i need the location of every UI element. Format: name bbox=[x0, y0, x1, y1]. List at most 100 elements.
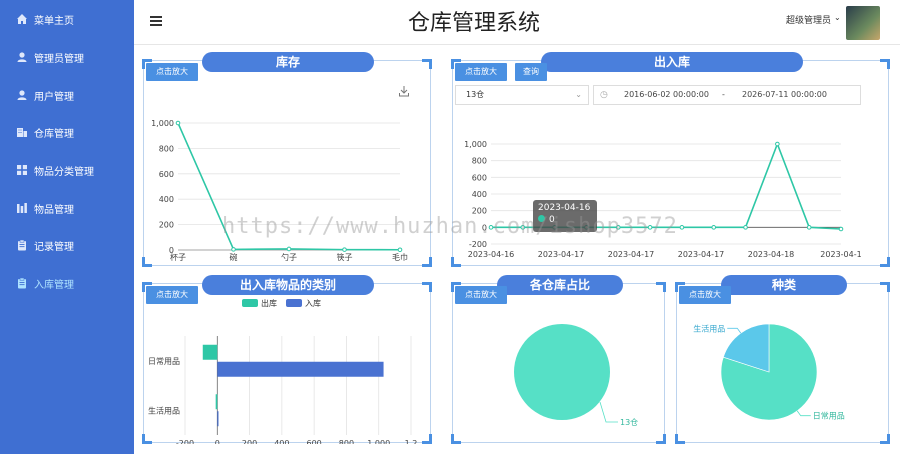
x-tick-label: 2023-04-17 bbox=[538, 250, 585, 259]
x-tick-label: 200 bbox=[242, 439, 257, 444]
category-panel: 出入库物品的类别 点击放大 -200 0 200 400 600 800 1,000 1,2 出… bbox=[142, 275, 432, 444]
data-point bbox=[488, 225, 494, 230]
x-tick-label: 2023-04-17 bbox=[608, 250, 655, 259]
series-line bbox=[177, 122, 401, 251]
panel-title: 出入库物品的类别 bbox=[202, 275, 374, 295]
data-point bbox=[775, 141, 780, 147]
x-tick-label: 600 bbox=[307, 439, 322, 444]
bar bbox=[217, 411, 219, 427]
data-point bbox=[647, 225, 653, 230]
sidebar-item-records[interactable]: 记录管理 bbox=[0, 230, 134, 260]
y-tick-label: 800 bbox=[159, 144, 174, 153]
x-tick-label: -200 bbox=[176, 439, 194, 444]
label-line bbox=[796, 410, 811, 417]
y-tick-label: 日常用品 bbox=[148, 357, 180, 366]
x-tick-label: 1,2 bbox=[405, 439, 418, 444]
x-tick-label: 2023-04-16 bbox=[468, 250, 515, 259]
data-point bbox=[711, 225, 717, 230]
y-tick-label: 200 bbox=[159, 221, 174, 230]
warehouse-select[interactable]: 13仓 ⌄ bbox=[455, 85, 589, 105]
y-tick-label: 600 bbox=[472, 173, 487, 182]
zoom-button[interactable]: 点击放大 bbox=[146, 63, 198, 81]
sidebar-item-home[interactable]: 菜单主页 bbox=[0, 4, 134, 34]
y-tick-label: 1,000 bbox=[464, 140, 487, 149]
slice-label: 13仓 bbox=[620, 417, 638, 427]
data-point bbox=[175, 120, 181, 126]
legend-label: 出库 bbox=[261, 298, 277, 308]
sidebar-item-label: 记录管理 bbox=[34, 241, 74, 253]
legend-label: 入库 bbox=[305, 298, 321, 308]
share-pie-chart: 13仓 bbox=[514, 324, 638, 427]
x-tick-label: 2023-04-18 bbox=[748, 250, 795, 259]
x-tick-label: 毛巾 bbox=[392, 252, 408, 262]
bars-icon bbox=[17, 203, 27, 213]
chevron-down-icon: ⌄ bbox=[575, 90, 582, 99]
x-tick-label: 2023-04-1 bbox=[820, 250, 861, 259]
x-tick-label: 400 bbox=[274, 439, 289, 444]
user-icon bbox=[17, 90, 27, 100]
y-tick-label: 1,000 bbox=[151, 119, 174, 128]
sidebar-item-label: 物品管理 bbox=[34, 204, 74, 216]
sidebar-item-label: 菜单主页 bbox=[34, 15, 74, 27]
sidebar-item-label: 用户管理 bbox=[34, 91, 74, 103]
bar bbox=[217, 361, 384, 377]
legend-swatch bbox=[286, 299, 302, 307]
home-icon bbox=[17, 14, 27, 24]
sidebar-item-warehouses[interactable]: 仓库管理 bbox=[0, 117, 134, 147]
kind-pie-chart: 日常用品 生活用品 bbox=[693, 323, 845, 421]
panel-title: 出入库 bbox=[541, 52, 803, 72]
pie-slice bbox=[514, 324, 610, 420]
data-point bbox=[615, 225, 621, 230]
user-name[interactable]: 超级管理员 bbox=[786, 13, 831, 26]
chart-tooltip: 2023-04-16 0 bbox=[533, 200, 597, 232]
y-tick-label: 400 bbox=[159, 195, 174, 204]
sidebar-item-stock-in[interactable]: 入库管理 bbox=[0, 268, 134, 298]
date-start: 2016-06-02 00:00:00 bbox=[624, 90, 709, 99]
y-tick-label: -200 bbox=[469, 240, 487, 249]
clock-icon: ◷ bbox=[600, 90, 608, 100]
data-point bbox=[679, 225, 685, 230]
x-tick-label: 800 bbox=[339, 439, 354, 444]
legend-swatch bbox=[242, 299, 258, 307]
header: 仓库管理系统 超级管理员 ⌄ bbox=[134, 0, 900, 45]
data-point bbox=[231, 247, 236, 252]
data-point bbox=[286, 246, 292, 252]
avatar[interactable] bbox=[846, 6, 880, 40]
date-end: 2026-07-11 00:00:00 bbox=[742, 90, 827, 99]
y-tick-label: 600 bbox=[159, 170, 174, 179]
y-tick-label: 800 bbox=[472, 157, 487, 166]
y-tick-label: 200 bbox=[472, 207, 487, 216]
y-tick-label: 生活用品 bbox=[148, 405, 180, 415]
slice-label: 生活用品 bbox=[693, 323, 725, 333]
sidebar-item-label: 仓库管理 bbox=[34, 128, 74, 140]
zoom-button[interactable]: 点击放大 bbox=[455, 63, 507, 81]
slice-label: 日常用品 bbox=[813, 412, 845, 421]
date-range-picker[interactable]: ◷ 2016-06-02 00:00:00 - 2026-07-11 00:00… bbox=[593, 85, 861, 105]
data-point bbox=[397, 247, 403, 253]
kind-panel: 种类 点击放大 日常用品 生活用品 bbox=[675, 275, 890, 444]
panel-title: 库存 bbox=[202, 52, 374, 72]
chevron-down-icon[interactable]: ⌄ bbox=[834, 13, 841, 22]
inventory-panel: 库存 点击放大 0 200 400 600 800 1,000 杯子碗勺子 筷子 毛巾 bbox=[142, 52, 432, 267]
building-icon bbox=[17, 128, 27, 137]
data-point bbox=[520, 225, 526, 230]
query-button[interactable]: 查询 bbox=[515, 63, 547, 81]
data-point bbox=[342, 247, 347, 252]
category-bar-chart: -200 0 200 400 600 800 1,000 1,2 出库 入库生活用品 日常用品 bbox=[148, 298, 418, 444]
x-tick-label: 勺子 bbox=[281, 252, 297, 262]
y-tick-label: 400 bbox=[472, 190, 487, 199]
sidebar-item-items[interactable]: 物品管理 bbox=[0, 193, 134, 223]
x-tick-label: 0 bbox=[215, 439, 220, 444]
clipboard-icon bbox=[18, 239, 26, 251]
x-tick-label: 2023-04-17 bbox=[678, 250, 725, 259]
x-tick-label: 杯子 bbox=[170, 252, 186, 262]
sidebar-item-admins[interactable]: 管理员管理 bbox=[0, 42, 134, 72]
x-tick-label: 碗 bbox=[230, 252, 238, 262]
sidebar-item-categories[interactable]: 物品分类管理 bbox=[0, 155, 134, 185]
inout-line-chart: -200 0 200 400 600 800 1,000 2023-04-16 2023-04-… bbox=[464, 140, 862, 259]
label-line bbox=[599, 401, 618, 423]
grid-icon bbox=[17, 165, 27, 175]
page-title: 仓库管理系统 bbox=[407, 11, 540, 36]
bar bbox=[202, 344, 218, 360]
sidebar-item-users[interactable]: 用户管理 bbox=[0, 80, 134, 110]
